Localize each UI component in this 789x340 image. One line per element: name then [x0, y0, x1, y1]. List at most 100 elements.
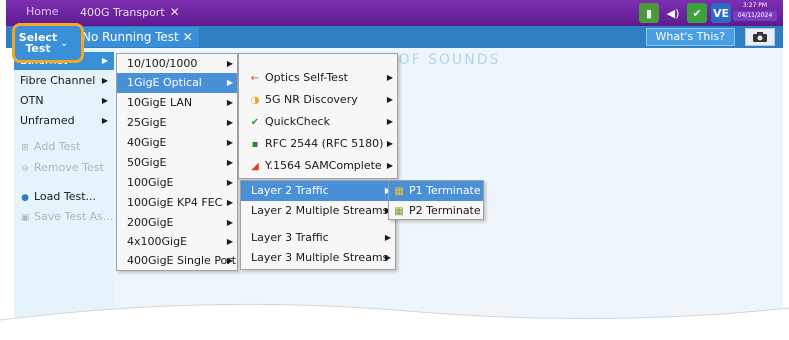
port-icon: ▦	[394, 206, 404, 217]
submenu-arrow-icon: ▶	[226, 237, 233, 246]
menu-item-100gige[interactable]: 100GigE ▶	[117, 173, 237, 193]
menu-item-10gige-lan[interactable]: 10GigE LAN ▶	[117, 93, 237, 113]
port-icon: ▦	[394, 186, 404, 197]
menu-item-label: Add Test	[34, 140, 81, 153]
submenu-arrow-icon: ▶	[384, 233, 391, 242]
submenu-arrow-icon: ▶	[101, 76, 108, 85]
chevron-down-icon: ⌄	[60, 37, 69, 49]
select-test-label: Select Test	[18, 31, 58, 55]
submenu-arrow-icon: ▶	[384, 253, 391, 262]
menu-item-optics-self-test[interactable]: ← Optics Self-Test ▶	[239, 68, 397, 88]
chart-icon: ◢	[251, 161, 259, 172]
speaker-icon[interactable]: ◀)	[663, 3, 683, 23]
menu-item-label: 100GigE KP4 FEC	[127, 196, 223, 209]
menu-item-label: Save Test As...	[34, 210, 114, 223]
submenu-arrow-icon: ▶	[226, 218, 233, 227]
menu-item-layer3-multiple-streams[interactable]: Layer 3 Multiple Streams ▶	[241, 248, 395, 268]
menu-item-400gige-single-port[interactable]: 400GigE Single Port ▶	[117, 251, 237, 271]
menu-item-label: P1 Terminate	[409, 184, 481, 197]
page-curl-decoration	[0, 303, 789, 340]
app-window: Home 400G Transport ✕ ▮ ◀) ✔ VE 3:27 PM 0…	[6, 0, 783, 336]
menu-item-10-100-1000[interactable]: 10/100/1000 ▶	[117, 54, 237, 74]
menu-item-label: RFC 2544 (RFC 5180)	[265, 137, 384, 150]
submenu-arrow-icon: ▶	[226, 158, 233, 167]
menu-item-4x100gige[interactable]: 4x100GigE ▶	[117, 232, 237, 252]
submenu-arrow-icon: ▶	[101, 56, 108, 65]
menu-item-label: Layer 2 Traffic	[251, 184, 329, 197]
submenu-arrow-icon: ▶	[226, 118, 233, 127]
menu-item-p2-terminate[interactable]: ▦ P2 Terminate	[389, 201, 483, 221]
menu-item-label: Unframed	[20, 114, 75, 127]
whats-this-button[interactable]: What's This?	[645, 28, 735, 46]
menu-item-200gige[interactable]: 200GigE ▶	[117, 213, 237, 233]
menu-item-label: 10GigE LAN	[127, 96, 193, 109]
menu-item-100gige-kp4-fec[interactable]: 100GigE KP4 FEC ▶	[117, 193, 237, 213]
menu-item-fibre-channel[interactable]: Fibre Channel ▶	[14, 72, 114, 90]
ethernet-submenu: 10/100/1000 ▶ 1GigE Optical ▶ 10GigE LAN ▶ …	[116, 53, 238, 271]
menu-item-50gige[interactable]: 50GigE ▶	[117, 153, 237, 173]
battery-icon[interactable]: ▮	[639, 3, 659, 23]
menu-item-label: 400GigE Single Port	[127, 254, 237, 267]
menu-item-label: 50GigE	[127, 156, 167, 169]
test-type-submenu: Layer 2 Traffic▶ Layer 2 Multiple Stream…	[240, 180, 396, 270]
menu-item-layer2-multiple-streams[interactable]: Layer 2 Multiple Streams▶	[241, 201, 395, 221]
select-test-button[interactable]: Select Test ⌄	[12, 23, 84, 63]
submenu-arrow-icon: ▶	[226, 198, 233, 207]
menu-item-label: 1GigE Optical	[127, 76, 202, 89]
menu-item-label: Layer 3 Multiple Streams	[251, 251, 389, 264]
menu-item-label: Optics Self-Test	[265, 71, 348, 84]
menu-item-5g-nr-discovery[interactable]: ◑ 5G NR Discovery ▶	[239, 90, 397, 110]
network-check-icon[interactable]: ✔	[687, 3, 707, 23]
clock-date: 04/11/2024	[733, 11, 777, 21]
menu-item-label: 40GigE	[127, 136, 167, 149]
submenu-arrow-icon: ▶	[226, 78, 233, 87]
submenu-arrow-icon: ▶	[386, 139, 393, 148]
submenu-arrow-icon: ▶	[226, 138, 233, 147]
clock-time: 3:27 PM	[742, 2, 768, 9]
running-test-tab[interactable]: No Running Test ✕	[76, 27, 199, 47]
tab-400g-transport-label: 400G Transport	[80, 6, 165, 19]
tab-home[interactable]: Home	[26, 2, 58, 22]
menu-item-quickcheck[interactable]: ✔ QuickCheck ▶	[239, 112, 397, 132]
menu-item-label: 4x100GigE	[127, 235, 188, 248]
close-tab-icon[interactable]: ✕	[170, 5, 180, 19]
close-running-test-icon[interactable]: ✕	[183, 30, 193, 44]
arrow-left-icon: ←	[250, 73, 260, 84]
submenu-arrow-icon: ▶	[226, 178, 233, 187]
menu-item-label: 200GigE	[127, 216, 174, 229]
menu-item-rfc-2544[interactable]: ▪ RFC 2544 (RFC 5180) ▶	[239, 134, 397, 154]
menu-item-p1-terminate[interactable]: ▦ P1 Terminate	[389, 181, 483, 201]
title-bar: Home 400G Transport ✕ ▮ ◀) ✔ VE 3:27 PM 0…	[6, 0, 783, 26]
submenu-arrow-icon: ▶	[386, 73, 393, 82]
menu-item-y1564-samcomplete[interactable]: ◢ Y.1564 SAMComplete ▶	[239, 156, 397, 176]
save-icon: ▣	[20, 213, 30, 223]
tab-400g-transport[interactable]: 400G Transport ✕	[80, 2, 180, 22]
submenu-arrow-icon: ▶	[226, 256, 233, 265]
rfc-icon: ▪	[251, 139, 259, 150]
menu-item-unframed[interactable]: Unframed ▶	[14, 112, 114, 130]
menu-item-label: Fibre Channel	[20, 74, 96, 87]
menu-item-label: Remove Test	[34, 161, 104, 174]
menu-item-1gige-optical[interactable]: 1GigE Optical ▶	[117, 73, 237, 93]
remove-icon: ⊖	[21, 164, 29, 174]
vnc-icon[interactable]: VE	[711, 3, 731, 23]
menu-item-otn[interactable]: OTN ▶	[14, 92, 114, 110]
select-test-menu: Ethernet▶ Fibre Channel▶ OTN▶ Unframed▶ …	[14, 48, 114, 318]
menu-item-label: Y.1564 SAMComplete	[265, 159, 382, 172]
submenu-arrow-icon: ▶	[226, 59, 233, 68]
menu-item-load-test[interactable]: ● Load Test...	[14, 188, 114, 206]
menu-item-label: P2 Terminate	[409, 204, 481, 217]
menu-item-layer3-traffic[interactable]: Layer 3 Traffic ▶	[241, 228, 395, 248]
menu-item-25gige[interactable]: 25GigE ▶	[117, 113, 237, 133]
terminate-submenu: ▦ P1 Terminate ▦ P2 Terminate	[388, 180, 484, 220]
menu-item-label: Layer 2 Multiple Streams	[251, 204, 389, 217]
menu-item-label: 10/100/1000	[127, 57, 198, 70]
1gige-optical-submenu: ← Optics Self-Test ▶ ◑ 5G NR Discovery ▶ ✔ Qu…	[238, 53, 398, 179]
menu-item-40gige[interactable]: 40GigE ▶	[117, 133, 237, 153]
system-tray: ▮ ◀) ✔ VE	[639, 3, 731, 23]
running-test-label: No Running Test	[82, 30, 179, 44]
submenu-arrow-icon: ▶	[386, 161, 393, 170]
screenshot-button[interactable]	[745, 28, 775, 46]
menu-item-layer2-traffic[interactable]: Layer 2 Traffic▶	[241, 181, 395, 201]
submenu-arrow-icon: ▶	[386, 117, 393, 126]
